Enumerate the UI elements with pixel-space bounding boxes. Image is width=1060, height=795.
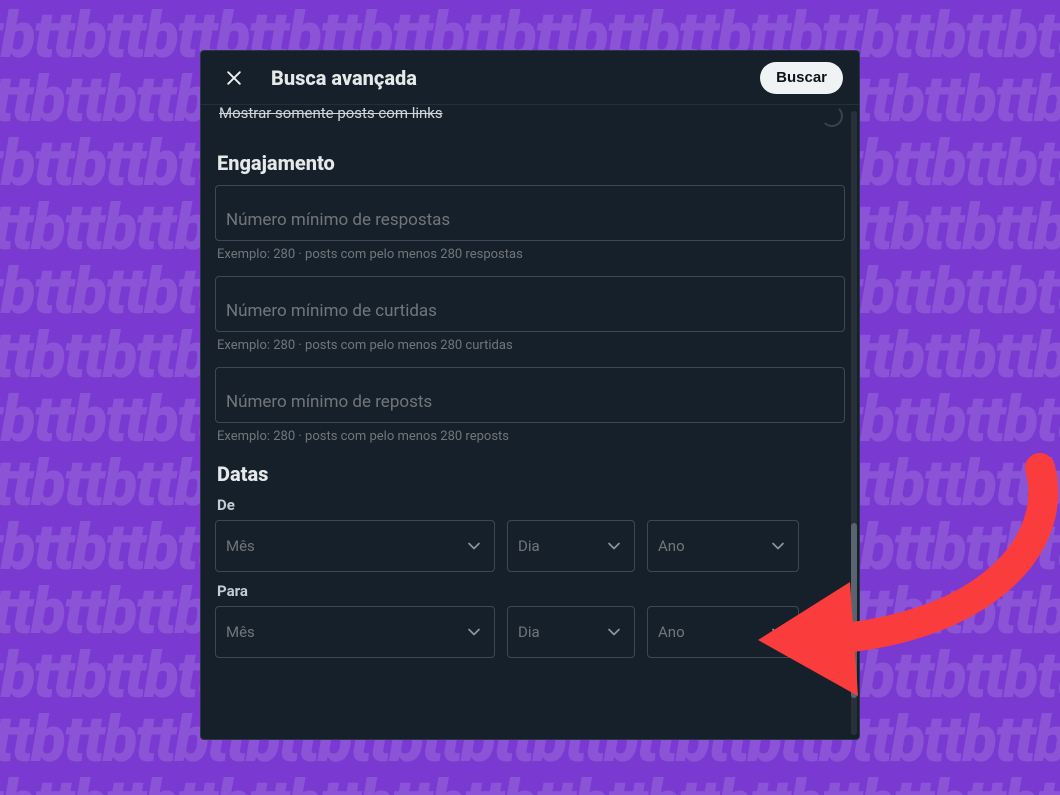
chevron-down-icon xyxy=(604,536,624,556)
modal-body: Mostrar somente posts com links Engajame… xyxy=(201,105,859,739)
min-reposts-input[interactable]: Número mínimo de reposts xyxy=(215,367,845,423)
min-likes-group: Número mínimo de curtidas Exemplo: 280 ·… xyxy=(215,276,845,353)
from-year-placeholder: Ano xyxy=(658,537,685,555)
min-replies-helper: Exemplo: 280 · posts com pelo menos 280 … xyxy=(217,247,843,262)
min-replies-input[interactable]: Número mínimo de respostas xyxy=(215,185,845,241)
advanced-search-modal: Busca avançada Buscar Mostrar somente po… xyxy=(200,50,860,740)
radio-empty-icon[interactable] xyxy=(821,105,843,127)
min-likes-placeholder: Número mínimo de curtidas xyxy=(226,301,437,321)
min-replies-placeholder: Número mínimo de respostas xyxy=(226,210,450,230)
min-likes-input[interactable]: Número mínimo de curtidas xyxy=(215,276,845,332)
min-reposts-placeholder: Número mínimo de reposts xyxy=(226,392,432,412)
close-icon xyxy=(224,68,244,88)
min-reposts-helper: Exemplo: 280 · posts com pelo menos 280 … xyxy=(217,429,843,444)
engagement-section-title: Engajamento xyxy=(217,151,843,175)
chevron-down-icon xyxy=(464,622,484,642)
min-reposts-group: Número mínimo de reposts Exemplo: 280 · … xyxy=(215,367,845,444)
search-button[interactable]: Buscar xyxy=(760,62,843,94)
to-month-select[interactable]: Mês xyxy=(215,606,495,658)
close-button[interactable] xyxy=(217,61,251,95)
links-only-label: Mostrar somente posts com links xyxy=(219,105,443,122)
from-day-select[interactable]: Dia xyxy=(507,520,635,572)
date-to-row: Mês Dia Ano xyxy=(215,606,845,658)
to-year-select[interactable]: Ano xyxy=(647,606,799,658)
min-replies-group: Número mínimo de respostas Exemplo: 280 … xyxy=(215,185,845,262)
scrollbar-thumb[interactable] xyxy=(851,523,857,698)
to-day-select[interactable]: Dia xyxy=(507,606,635,658)
modal-title: Busca avançada xyxy=(271,66,740,90)
date-from-label: De xyxy=(217,496,843,514)
chevron-down-icon xyxy=(768,622,788,642)
date-from-row: Mês Dia Ano xyxy=(215,520,845,572)
links-only-row: Mostrar somente posts com links xyxy=(215,105,845,133)
chevron-down-icon xyxy=(464,536,484,556)
date-to-label: Para xyxy=(217,582,843,600)
to-month-placeholder: Mês xyxy=(226,623,255,641)
scrollbar[interactable] xyxy=(851,111,857,735)
from-year-select[interactable]: Ano xyxy=(647,520,799,572)
from-month-select[interactable]: Mês xyxy=(215,520,495,572)
min-likes-helper: Exemplo: 280 · posts com pelo menos 280 … xyxy=(217,338,843,353)
modal-header: Busca avançada Buscar xyxy=(201,51,859,105)
dates-section-title: Datas xyxy=(217,462,843,486)
from-day-placeholder: Dia xyxy=(518,537,540,555)
to-day-placeholder: Dia xyxy=(518,623,540,641)
from-month-placeholder: Mês xyxy=(226,537,255,555)
chevron-down-icon xyxy=(604,622,624,642)
to-year-placeholder: Ano xyxy=(658,623,685,641)
chevron-down-icon xyxy=(768,536,788,556)
